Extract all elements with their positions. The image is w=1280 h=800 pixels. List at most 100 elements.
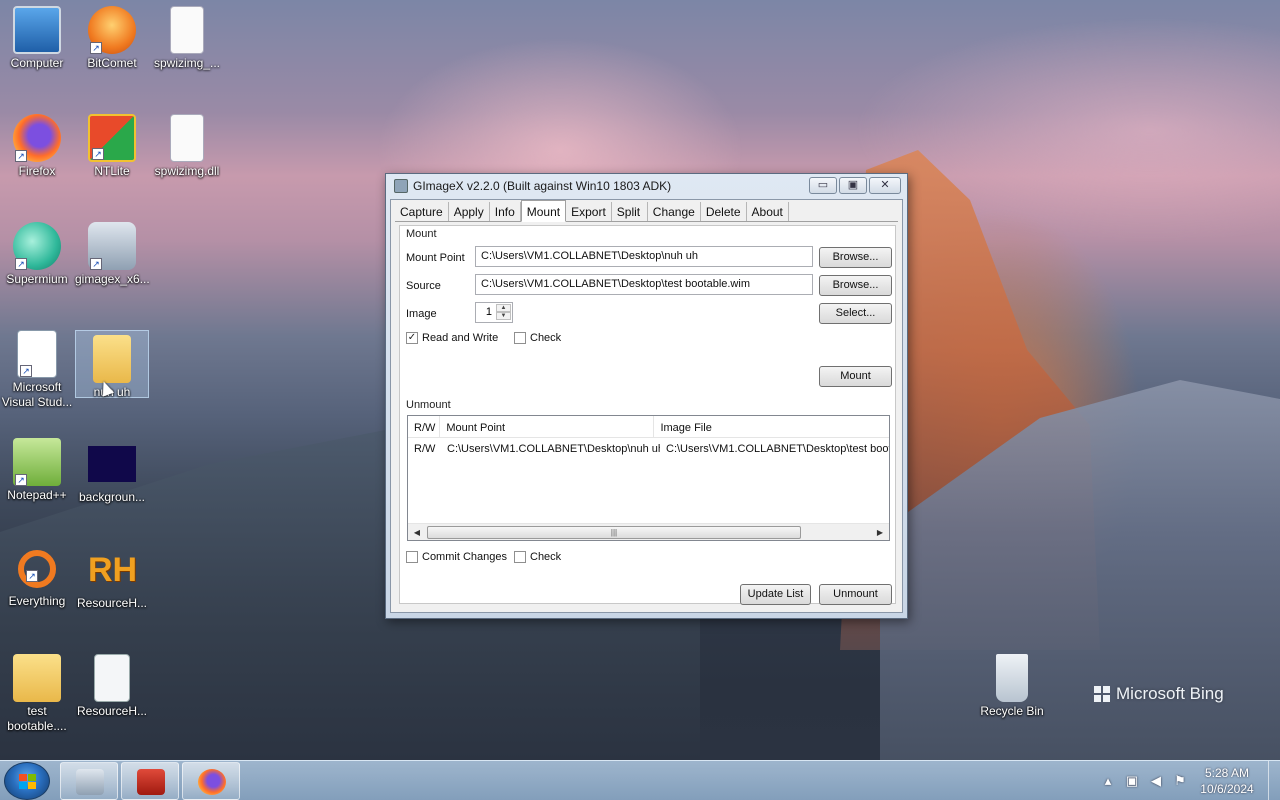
system-clock[interactable]: 5:28 AM 10/6/2024 xyxy=(1192,765,1262,797)
mount-point-label: Mount Point xyxy=(406,252,465,264)
supermium-icon: ↗ xyxy=(13,222,61,270)
desktop-icon-label: backgroun... xyxy=(78,490,146,504)
desktop-icon-label: spwizimg_... xyxy=(153,56,221,70)
tab-mount[interactable]: Mount xyxy=(520,200,567,222)
tab-info[interactable]: Info xyxy=(490,202,521,221)
unmount-group-title: Unmount xyxy=(406,399,451,411)
gimagex-icon xyxy=(76,769,104,795)
network-icon[interactable]: ▣ xyxy=(1124,773,1140,789)
checkbox-unchecked-icon xyxy=(514,551,526,563)
desktop-icon-gimagex[interactable]: ↗ gimagex_x6... xyxy=(75,216,150,287)
source-label: Source xyxy=(406,280,441,292)
desktop-icon-spwizimg-1[interactable]: spwizimg_... xyxy=(150,0,224,71)
source-field[interactable]: C:\Users\VM1.COLLABNET\Desktop\test boot… xyxy=(475,274,813,295)
desktop-icon-background[interactable]: backgroun... xyxy=(75,432,149,505)
desktop-icon-resourcehacker[interactable]: RH ResourceH... xyxy=(75,540,149,611)
settings-file-icon xyxy=(94,654,130,702)
desktop-icon-ntlite[interactable]: ↗ NTLite xyxy=(75,108,149,179)
image-index-stepper[interactable]: 1 ▲ ▼ xyxy=(475,302,513,323)
desktop-icon-recycle-bin[interactable]: Recycle Bin xyxy=(975,648,1049,719)
column-image-file[interactable]: Image File xyxy=(654,416,889,437)
column-rw[interactable]: R/W xyxy=(408,416,441,437)
desktop-icon-bitcomet[interactable]: ↗ BitComet xyxy=(75,0,149,71)
mount-point-field[interactable]: C:\Users\VM1.COLLABNET\Desktop\nuh uh xyxy=(475,246,813,267)
shortcut-arrow-icon: ↗ xyxy=(90,42,102,54)
show-hidden-icons-icon[interactable]: ▴ xyxy=(1100,773,1116,789)
desktop-icon-test-bootable[interactable]: test bootable.... xyxy=(0,648,74,734)
taskbar-firefox[interactable] xyxy=(182,762,240,800)
tab-delete[interactable]: Delete xyxy=(701,202,747,221)
mounted-images-list[interactable]: R/W Mount Point Image File R/W C:\Users\… xyxy=(407,415,890,541)
tab-capture[interactable]: Capture xyxy=(395,202,449,221)
checkbox-unchecked-icon xyxy=(406,551,418,563)
firefox-icon xyxy=(198,769,226,795)
cell-rw: R/W xyxy=(414,443,436,455)
commit-changes-label: Commit Changes xyxy=(422,551,507,563)
shortcut-arrow-icon: ↗ xyxy=(90,258,102,270)
horizontal-scrollbar[interactable]: ◀ ||| ▶ xyxy=(408,523,889,540)
taskbar-toolbox[interactable] xyxy=(121,762,179,800)
table-row[interactable]: R/W C:\Users\VM1.COLLABNET\Desktop\nuh u… xyxy=(408,439,890,459)
show-desktop-button[interactable] xyxy=(1268,761,1280,800)
scroll-left-icon[interactable]: ◀ xyxy=(410,526,424,539)
desktop-icon-label: Recycle Bin xyxy=(980,704,1044,718)
stepper-down-icon[interactable]: ▼ xyxy=(496,312,511,320)
read-write-label: Read and Write xyxy=(422,332,499,344)
start-button[interactable] xyxy=(4,762,50,800)
image-label: Image xyxy=(406,308,437,320)
checkbox-checked-icon: ✓ xyxy=(406,332,418,344)
desktop-icon-label: BitComet xyxy=(87,56,137,70)
stepper-up-icon[interactable]: ▲ xyxy=(496,304,511,312)
commit-changes-checkbox[interactable]: Commit Changes xyxy=(406,551,507,563)
tab-about[interactable]: About xyxy=(747,202,789,221)
desktop-icon-label: Notepad++ xyxy=(7,488,67,502)
desktop-icon-computer[interactable]: Computer xyxy=(0,0,74,71)
desktop-icon-supermium[interactable]: ↗ Supermium xyxy=(0,216,74,287)
desktop-icon-label: Firefox xyxy=(18,164,56,178)
desktop-icon-firefox[interactable]: ↗ Firefox xyxy=(0,108,74,179)
tab-apply[interactable]: Apply xyxy=(449,202,490,221)
action-center-flag-icon[interactable]: ⚑ xyxy=(1172,773,1188,789)
desktop-icon-visual-studio[interactable]: ↗ Microsoft Visual Stud... xyxy=(0,324,74,410)
column-mount-point[interactable]: Mount Point xyxy=(440,416,655,437)
source-browse-button[interactable]: Browse... xyxy=(819,275,892,296)
shortcut-arrow-icon: ↗ xyxy=(92,148,104,160)
tab-export[interactable]: Export xyxy=(566,202,612,221)
recycle-bin-icon xyxy=(996,654,1028,702)
desktop-icon-spwizimg-dll[interactable]: spwizimg.dll xyxy=(150,108,224,179)
shortcut-arrow-icon: ↗ xyxy=(15,258,27,270)
wim-file-icon xyxy=(13,654,61,702)
everything-search-icon: ↗ xyxy=(18,550,56,588)
desktop-icon-resourcehacker-ini[interactable]: ResourceH... xyxy=(75,648,149,719)
taskbar-gimagex[interactable] xyxy=(60,762,118,800)
cell-image-file: C:\Users\VM1.COLLABNET\Desktop\test boot… xyxy=(666,443,890,455)
folder-icon xyxy=(93,335,131,383)
scroll-right-icon[interactable]: ▶ xyxy=(873,526,887,539)
gimagex-app-icon xyxy=(394,179,408,193)
maximize-button[interactable]: ▣ xyxy=(839,177,867,194)
volume-icon[interactable]: ◀ xyxy=(1148,773,1164,789)
mount-check-checkbox[interactable]: Check xyxy=(514,332,561,344)
unmount-button[interactable]: Unmount xyxy=(819,584,892,605)
scrollbar-thumb[interactable]: ||| xyxy=(427,526,801,539)
desktop-icon-label: Supermium xyxy=(6,272,68,286)
minimize-button[interactable]: ▭ xyxy=(809,177,837,194)
tab-split[interactable]: Split xyxy=(612,202,648,221)
update-list-button[interactable]: Update List xyxy=(740,584,811,605)
read-write-checkbox[interactable]: ✓ Read and Write xyxy=(406,332,498,344)
desktop-icon-label: ResourceH... xyxy=(76,704,148,718)
close-button[interactable]: ✕ xyxy=(869,177,901,194)
mount-button[interactable]: Mount xyxy=(819,366,892,387)
shortcut-arrow-icon: ↗ xyxy=(15,150,27,162)
dll-file-icon xyxy=(170,6,204,54)
window-controls: ▭ ▣ ✕ xyxy=(809,177,901,194)
unmount-check-checkbox[interactable]: Check xyxy=(514,551,561,563)
notepadpp-icon: ↗ xyxy=(13,438,61,486)
mount-check-label: Check xyxy=(530,332,562,344)
desktop-icon-everything[interactable]: ↗ Everything xyxy=(0,540,74,609)
system-tray: ▴ ▣ ◀ ⚑ 5:28 AM 10/6/2024 xyxy=(1096,761,1280,800)
select-image-button[interactable]: Select... xyxy=(819,303,892,324)
desktop-icon-notepadpp[interactable]: ↗ Notepad++ xyxy=(0,432,74,503)
mount-point-browse-button[interactable]: Browse... xyxy=(819,247,892,268)
tab-change[interactable]: Change xyxy=(648,202,701,221)
